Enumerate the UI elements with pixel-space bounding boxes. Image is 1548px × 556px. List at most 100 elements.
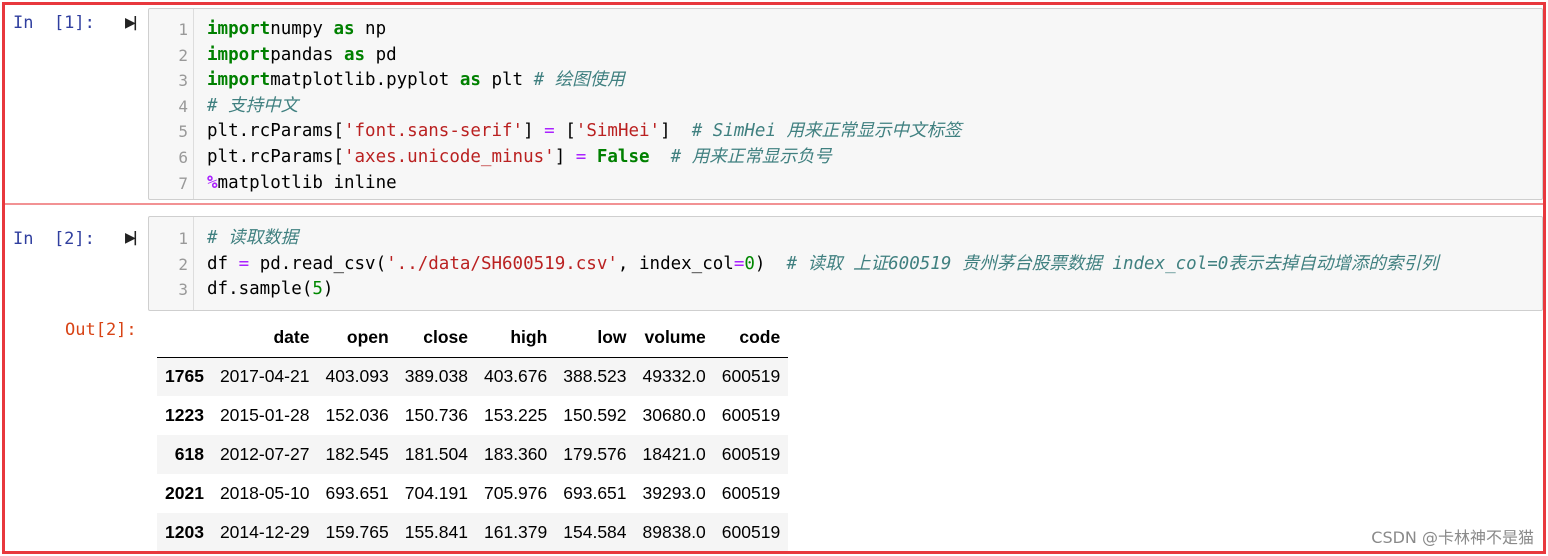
code-token: np bbox=[354, 19, 387, 39]
code-token: as bbox=[343, 44, 366, 65]
code-token: ) bbox=[754, 253, 787, 274]
table-cell: 705.976 bbox=[484, 483, 548, 503]
code-token: = bbox=[544, 121, 555, 142]
table-row: 618 2012-07-27 182.545 181.504 183.360 179.57… bbox=[157, 435, 789, 474]
column-header: close bbox=[396, 319, 476, 358]
input-prompt: In [1]: bbox=[13, 13, 95, 33]
code-token: 'SimHei' bbox=[575, 121, 661, 142]
table-row: 2021 2018-05-10 693.651 704.191 705.976 693.6… bbox=[157, 474, 788, 513]
table-cell: 389.038 bbox=[404, 366, 468, 387]
code-token: # 读取 上证600519 贵州茅台股票数据 index_col=0表示去掉自动… bbox=[786, 253, 1439, 274]
code-token: , index_col bbox=[617, 253, 734, 274]
table-cell: 600519 bbox=[721, 366, 781, 387]
code-token: matplotlib inline bbox=[217, 172, 397, 193]
code-text: df = pd.read_csv('../data/SH600519.csv',… bbox=[207, 252, 1438, 278]
table-cell: 182.545 bbox=[325, 444, 389, 464]
row-index: 1765 bbox=[165, 366, 204, 387]
code-token: # SimHei 用来正常显示中文标签 bbox=[691, 121, 962, 142]
code-line: 7 %matplotlib inline bbox=[149, 171, 1542, 197]
code-line: 5 plt.rcParams['font.sans-serif'] = ['Sim… bbox=[149, 119, 1542, 145]
code-cell-1[interactable]: In [1]: ▶| 1 importnumpy as np 2 importpand… bbox=[5, 5, 1543, 201]
table-cell: 2018-05-10 bbox=[219, 483, 310, 503]
code-token: ] bbox=[554, 147, 576, 167]
row-index: 2021 bbox=[165, 483, 204, 503]
table-cell: 403.093 bbox=[325, 366, 389, 387]
code-token: = bbox=[238, 253, 250, 274]
table-row: 1223 2015-01-28 152.036 150.736 153.225 150.5… bbox=[157, 396, 788, 435]
table-cell: 150.736 bbox=[404, 405, 468, 425]
input-prompt: In [2]: bbox=[13, 229, 95, 249]
code-editor[interactable]: 1 # 读取数据 2 df = pd.read_csv('../data/SH6005… bbox=[148, 216, 1543, 311]
line-number: 4 bbox=[178, 96, 188, 116]
code-token: import bbox=[207, 70, 271, 91]
line-number: 1 bbox=[178, 229, 188, 248]
code-token: pandas bbox=[270, 44, 344, 65]
watermark: CSDN @卡林神不是猫 bbox=[1371, 528, 1534, 547]
table-header-row: date open close high low volume code bbox=[157, 319, 789, 358]
code-token: % bbox=[207, 172, 218, 193]
code-token: ] bbox=[523, 121, 545, 142]
code-token: # 用来正常显示负号 bbox=[670, 147, 832, 167]
column-header: date bbox=[211, 319, 318, 358]
table-cell: 600519 bbox=[721, 483, 781, 503]
code-text: # 读取数据 bbox=[207, 226, 298, 252]
line-number: 1 bbox=[178, 20, 188, 39]
code-token: plt.rcParams[ bbox=[207, 147, 344, 167]
line-number: 2 bbox=[178, 45, 188, 65]
line-number: 5 bbox=[178, 122, 188, 142]
table-cell: 89838.0 bbox=[642, 522, 706, 542]
code-token: 0 bbox=[744, 253, 755, 274]
code-text: importpandas as pd bbox=[207, 43, 397, 69]
run-cell-icon[interactable]: ▶| bbox=[125, 15, 141, 33]
table-cell: 39293.0 bbox=[642, 483, 706, 503]
column-header: code bbox=[713, 319, 789, 358]
table-cell: 161.379 bbox=[484, 522, 548, 542]
code-token: pd.read_csv( bbox=[249, 253, 387, 274]
code-cell-2[interactable]: In [2]: ▶| 1 # 读取数据 2 df = pd.read_csv('../… bbox=[5, 207, 1543, 552]
row-index: 1203 bbox=[165, 522, 204, 542]
code-token: plt bbox=[480, 70, 534, 91]
line-number: 2 bbox=[178, 254, 188, 274]
code-token: # 绘图使用 bbox=[533, 70, 625, 91]
code-token: = bbox=[575, 147, 587, 167]
code-token: 5 bbox=[312, 279, 323, 300]
table-cell: 150.592 bbox=[563, 405, 627, 425]
table-cell: 704.191 bbox=[404, 483, 468, 503]
table-cell: 159.765 bbox=[325, 522, 389, 542]
table-cell: 155.841 bbox=[404, 522, 468, 542]
code-text: df.sample(5) bbox=[207, 277, 333, 303]
code-token: 'axes.unicode_minus' bbox=[343, 147, 555, 167]
cell-divider bbox=[5, 203, 1543, 205]
index-header bbox=[157, 319, 212, 358]
code-text: %matplotlib inline bbox=[207, 171, 397, 197]
code-token: numpy bbox=[270, 19, 334, 39]
code-token: ] bbox=[660, 121, 692, 142]
code-line: 2 df = pd.read_csv('../data/SH600519.csv'… bbox=[149, 252, 1542, 278]
line-number: 3 bbox=[178, 280, 188, 300]
column-header: volume bbox=[634, 319, 714, 358]
table-cell: 152.036 bbox=[325, 405, 389, 425]
code-token: as bbox=[333, 19, 355, 39]
table-cell: 2017-04-21 bbox=[219, 366, 310, 387]
code-token: matplotlib.pyplot bbox=[270, 70, 460, 91]
code-token: as bbox=[459, 70, 481, 91]
code-text: plt.rcParams['font.sans-serif'] = ['SimH… bbox=[207, 119, 962, 145]
table-cell: 600519 bbox=[721, 444, 781, 464]
row-index: 1223 bbox=[165, 405, 204, 425]
dataframe-output: date open close high low volume code 176… bbox=[157, 319, 789, 552]
code-line: 3 importmatplotlib.pyplot as plt # 绘图使用 bbox=[149, 68, 1542, 94]
table-cell: 2014-12-29 bbox=[219, 522, 310, 542]
code-token: = bbox=[733, 253, 745, 274]
code-token: import bbox=[207, 19, 271, 39]
run-cell-icon[interactable]: ▶| bbox=[125, 230, 141, 248]
code-line: 1 # 读取数据 bbox=[149, 226, 1542, 252]
table-cell: 18421.0 bbox=[642, 444, 706, 464]
table-cell: 600519 bbox=[721, 405, 781, 425]
column-header: low bbox=[555, 319, 635, 358]
table-cell: 179.576 bbox=[563, 444, 627, 464]
code-editor[interactable]: 1 importnumpy as np 2 importpandas as pd 3 im… bbox=[148, 8, 1543, 200]
code-text: # 支持中文 bbox=[207, 94, 298, 120]
line-number: 7 bbox=[178, 173, 188, 193]
code-token: df bbox=[207, 253, 239, 274]
